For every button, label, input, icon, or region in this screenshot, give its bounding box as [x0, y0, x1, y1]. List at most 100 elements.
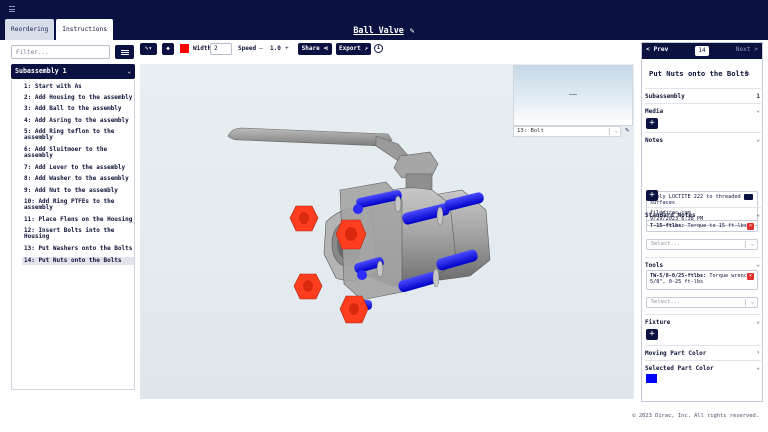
pencil-icon: ✎▾ — [144, 45, 153, 52]
step-item[interactable]: 9: Add Nut to the assembly — [22, 187, 134, 194]
step-item[interactable]: 8: Add Washer to the assembly — [22, 175, 134, 182]
prev-step-button[interactable]: < Prev — [646, 46, 668, 53]
add-media-button[interactable]: + — [646, 118, 658, 129]
fixture-label: Fixture — [645, 319, 671, 326]
tool-chip[interactable]: TW-5/8-0/25-ftlbs: Torque wrench, 5/8", … — [646, 270, 758, 290]
chevron-down-icon[interactable]: ⌄ — [756, 136, 760, 143]
minimap-model — [569, 94, 577, 95]
chevron-right-icon[interactable]: › — [756, 349, 760, 356]
speed-increase-button[interactable]: + — [285, 45, 289, 52]
tools-select[interactable]: Select... ⌄ — [646, 297, 758, 308]
step-item[interactable]: 12: Insert Bolts into the Housing — [22, 227, 134, 241]
selected-part: 13: Bolt — [517, 128, 544, 134]
annotation-toolbar: ✎▾ ◆ Width 2 Speed – 1.0 + Share ⋖ Expor… — [140, 42, 636, 57]
subassembly-value: 1 — [756, 93, 760, 100]
close-icon[interactable]: × — [747, 273, 754, 280]
media-section: Media ⌄ + — [645, 103, 761, 133]
step-list: 1: Start with As 2: Add Housing to the a… — [11, 80, 135, 390]
standard-note-code: T-15-ftlbs: — [650, 223, 685, 229]
menu-icon[interactable] — [9, 6, 15, 12]
step-number-input[interactable]: 14 — [695, 46, 709, 56]
moving-part-color-row[interactable]: Moving Part Color › — [645, 345, 761, 359]
step-item[interactable]: 2: Add Housing to the assembly — [22, 94, 134, 101]
step-item[interactable]: 4: Add Asring to the assembly — [22, 117, 134, 124]
chevron-down-icon: ⌄ — [750, 299, 754, 305]
selected-part-color-label: Selected Part Color — [645, 365, 714, 372]
step-item[interactable]: 13: Put Washers onto the Bolts — [22, 245, 134, 252]
plus-icon: + — [649, 329, 655, 339]
add-note-button[interactable]: + — [646, 190, 658, 201]
note-text: Apply LOCTITE 222 to threaded surfaces — [650, 194, 741, 207]
export-button[interactable]: Export ↗ — [336, 43, 371, 55]
step-item[interactable]: 3: Add Ball to the assembly — [22, 105, 134, 112]
step-navigation: < Prev 14 Next > — [642, 43, 762, 59]
plus-icon: + — [649, 190, 655, 200]
minimap-view[interactable] — [513, 65, 633, 126]
step-item[interactable]: 1: Start with As — [22, 83, 134, 90]
color-swatch[interactable] — [180, 44, 189, 53]
speed-decrease-button[interactable]: – — [259, 45, 263, 52]
width-label: Width — [193, 45, 212, 52]
edit-note-button[interactable] — [744, 194, 753, 200]
next-step-button[interactable]: Next > — [736, 46, 758, 53]
export-label: Export — [339, 45, 361, 52]
list-icon — [120, 49, 129, 51]
step-item-active[interactable]: 14: Put Nuts onto the Bolts — [22, 257, 134, 266]
chevron-down-icon: ⌄ — [750, 241, 754, 247]
select-placeholder: Select... — [651, 241, 681, 247]
copyright-footer: © 2023 Dirac, Inc. All rights reserved. — [632, 413, 759, 419]
external-link-icon: ↗ — [364, 45, 368, 52]
step-item[interactable]: 11: Place Flens on the Housing — [22, 216, 134, 223]
tools-label: Tools — [645, 262, 664, 269]
info-icon[interactable]: i — [374, 44, 383, 53]
3d-viewport[interactable]: 13: Bolt ⌄ ✎ — [140, 64, 634, 399]
lever-handle[interactable] — [227, 127, 393, 147]
part-select[interactable]: 13: Bolt ⌄ — [513, 126, 621, 137]
document-title[interactable]: Ball Valve — [353, 25, 403, 35]
chevron-down-icon: ⌄ — [127, 68, 131, 75]
subassembly-title: Subassembly 1 — [15, 67, 67, 75]
share-icon: ⋖ — [323, 45, 329, 52]
filter-input[interactable] — [11, 45, 110, 59]
step-item[interactable]: 5: Add Ring teflon to the assembly — [22, 128, 134, 142]
list-view-button[interactable] — [115, 45, 134, 59]
selected-part-color-swatch[interactable] — [646, 374, 657, 383]
steps-panel: Subassembly 1 ⌄ 1: Start with As 2: Add … — [5, 40, 135, 402]
step-title: Put Nuts onto the Bolts — [649, 69, 749, 78]
standard-notes-select[interactable]: Select... ⌄ — [646, 239, 758, 250]
subassembly-row: Subassembly 1 — [645, 88, 761, 102]
width-input[interactable]: 2 — [210, 43, 232, 55]
select-placeholder: Select... — [651, 299, 681, 305]
pencil-icon[interactable]: ✎ — [745, 68, 750, 77]
pencil-tool-button[interactable]: ✎▾ — [140, 43, 157, 55]
standard-note-chip[interactable]: T-15-ftlbs: Torque to 15 ft-lbs × — [646, 220, 758, 232]
chevron-down-icon[interactable]: ⌄ — [756, 261, 760, 268]
subassembly-label: Subassembly — [645, 93, 685, 100]
speed-label: Speed — [238, 45, 257, 52]
moving-part-color-label: Moving Part Color — [645, 350, 707, 357]
filter-row — [11, 45, 135, 59]
share-button[interactable]: Share ⋖ — [298, 43, 332, 55]
tool-code: TW-5/8-0/25-ftlbs: — [650, 273, 707, 279]
eraser-tool-button[interactable]: ◆ — [162, 43, 174, 55]
pencil-icon[interactable]: ✎ — [410, 26, 415, 35]
top-bar: Reordering Instructions Ball Valve ✎ — [0, 0, 768, 40]
standard-notes-section: Standard Notes ⌄ — [645, 207, 761, 259]
standard-notes-label: Standard Notes — [645, 212, 696, 219]
notes-label: Notes — [645, 137, 664, 144]
document-title-row: Ball Valve ✎ — [0, 25, 768, 35]
close-icon[interactable]: × — [747, 223, 754, 230]
chevron-down-icon[interactable]: ⌄ — [756, 211, 760, 218]
chevron-down-icon[interactable]: ⌄ — [756, 318, 760, 325]
step-details-panel: < Prev 14 Next > Put Nuts onto the Bolts… — [641, 42, 763, 402]
step-item[interactable]: 10: Add Ring PTFEs to the assembly — [22, 198, 134, 212]
chevron-down-icon[interactable]: ⌄ — [756, 364, 760, 371]
chevron-down-icon[interactable]: ⌄ — [756, 107, 760, 114]
selected-part-color-section: Selected Part Color ⌄ — [645, 360, 761, 388]
subassembly-header[interactable]: Subassembly 1 ⌄ — [11, 64, 135, 79]
add-fixture-button[interactable]: + — [646, 329, 658, 340]
step-item[interactable]: 6: Add Sluitmoer to the assembly — [22, 146, 134, 160]
speed-value: 1.0 — [270, 45, 281, 52]
step-item[interactable]: 7: Add Lever to the assembly — [22, 164, 134, 171]
pencil-icon[interactable]: ✎ — [625, 126, 629, 134]
